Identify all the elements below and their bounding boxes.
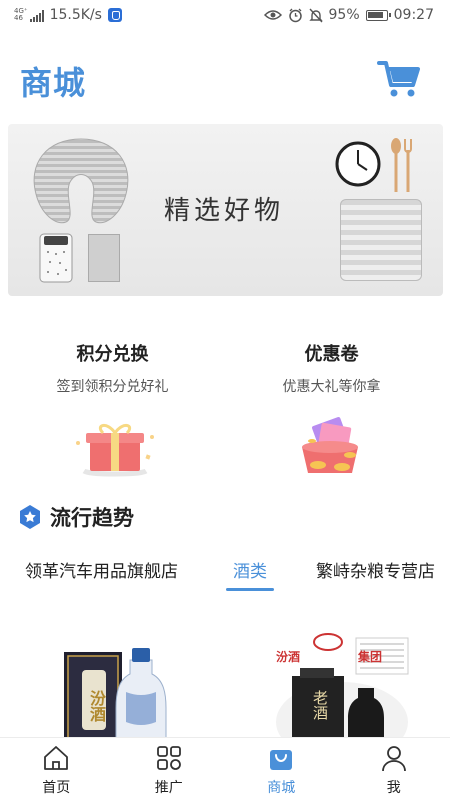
section-title: 流行趋势 — [50, 506, 134, 530]
wall-clock-image — [335, 141, 381, 187]
utensils-image — [391, 138, 412, 192]
gift-box-icon — [76, 424, 154, 477]
signal-icon: 4G⁺ 46 — [14, 8, 44, 22]
battery-percent: 95% — [328, 7, 360, 23]
liquor-box-image — [64, 648, 167, 741]
product-card-laojiu[interactable]: 汾酒 集团 老酒 — [272, 630, 412, 762]
app-notification-icon — [107, 8, 122, 22]
nav-home[interactable]: 首页 — [0, 738, 113, 800]
user-icon — [381, 746, 406, 772]
product-right-bottle-label: 老酒 — [311, 690, 329, 720]
points-exchange-title: 积分兑换 — [76, 344, 149, 365]
nav-mall-label: 商城 — [267, 780, 296, 796]
nav-promote[interactable]: 推广 — [113, 738, 226, 800]
banner-text: 精选好物 — [164, 196, 285, 226]
network-speed: 15.5K/s — [49, 7, 102, 23]
eye-icon — [263, 10, 282, 20]
trending-section-header: 流行趋势 — [18, 502, 134, 532]
network-sub: 46 — [14, 14, 23, 22]
liquor-gift-set-image — [276, 633, 409, 762]
phone-case-image — [39, 233, 73, 283]
nav-home-label: 首页 — [42, 780, 71, 796]
points-exchange-entry[interactable]: 积分兑换 签到领积分兑好礼 — [0, 340, 225, 396]
shopping-cart-icon — [377, 61, 420, 97]
nav-mall[interactable]: 商城 — [225, 738, 338, 800]
mute-bell-icon — [308, 8, 323, 22]
nav-me[interactable]: 我 — [338, 738, 450, 800]
bottom-navigation: 首页 推广 商城 我 — [0, 737, 450, 800]
product-right-header-left: 汾酒 — [276, 650, 301, 664]
cushion-image — [340, 199, 422, 281]
neck-pillow-image — [33, 138, 129, 224]
clock-time: 09:27 — [393, 7, 434, 23]
home-icon — [44, 746, 69, 770]
grid-icon — [156, 746, 181, 770]
mat-image — [88, 234, 120, 282]
nav-promote-label: 推广 — [154, 780, 183, 796]
points-exchange-subtitle: 签到领积分兑好礼 — [56, 379, 169, 395]
battery-icon — [365, 9, 391, 21]
alarm-icon — [288, 8, 302, 22]
coupon-subtitle: 优惠大礼等你拿 — [282, 379, 381, 395]
shopping-bag-icon — [270, 750, 293, 770]
product-right-header-right: 集团 — [358, 650, 383, 664]
promo-banner[interactable]: 精选好物 — [8, 124, 443, 296]
tab-grain-store[interactable]: 繁峙杂粮专营店 — [316, 557, 435, 582]
page-title: 商城 — [20, 64, 87, 102]
product-left-label: 汾酒 — [87, 690, 106, 722]
active-tab-indicator — [226, 588, 274, 591]
product-card-fenjiu[interactable]: 汾酒 — [60, 630, 180, 741]
nav-me-label: 我 — [386, 780, 401, 796]
store-tabs: 领革汽车用品旗舰店 酒类 繁峙杂粮专营店 — [0, 553, 450, 593]
tab-car-accessories-store[interactable]: 领革汽车用品旗舰店 — [25, 557, 178, 582]
status-bar: 4G⁺ 46 15.5K/s 95% 09:27 — [0, 0, 450, 30]
header: 商城 — [0, 52, 450, 108]
coupon-title: 优惠卷 — [304, 344, 359, 365]
star-badge-icon — [20, 505, 40, 529]
coupon-entry[interactable]: 优惠卷 优惠大礼等你拿 — [219, 340, 444, 396]
coupon-icon — [302, 417, 358, 473]
tab-liquor[interactable]: 酒类 — [233, 557, 267, 582]
cart-button[interactable] — [376, 58, 422, 100]
